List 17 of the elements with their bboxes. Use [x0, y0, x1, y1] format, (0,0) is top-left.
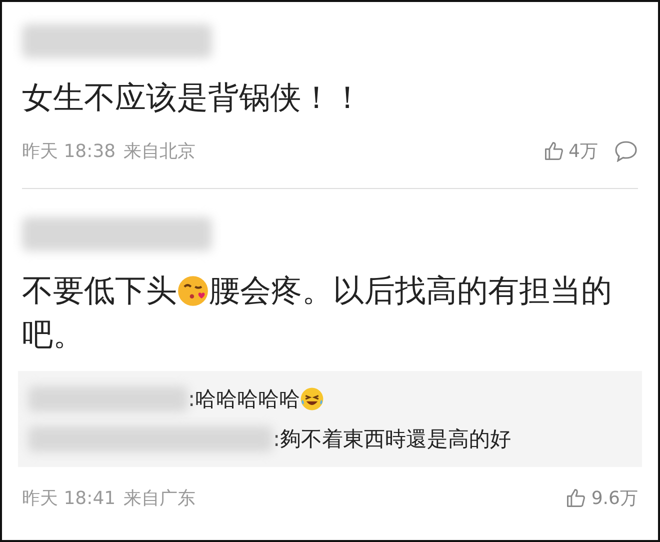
comment-icon[interactable] [614, 140, 638, 162]
laughing-emoji-icon [300, 387, 324, 411]
kiss-emoji-icon [177, 275, 209, 307]
comment-text: 女生不应该是背锅侠！！ [22, 79, 363, 118]
thumbs-up-icon [542, 140, 565, 162]
comment-text: 不要低下头 [22, 272, 177, 311]
comment-source: 来自广东 [124, 487, 196, 510]
thumbs-up-icon [565, 487, 588, 509]
comment-time: 昨天 18:41 [22, 487, 116, 510]
comment-text: 吧。 [22, 316, 84, 355]
reply-text: :哈哈哈哈哈 [188, 386, 300, 413]
like-button[interactable]: 4万 [542, 139, 598, 163]
comment-text: 腰会疼。以后找高的有担当的 [209, 272, 612, 311]
like-button[interactable]: 9.6万 [565, 486, 638, 510]
comment-time: 昨天 18:38 [22, 140, 116, 163]
reply-text: :夠不着東西時還是高的好 [273, 426, 512, 453]
comment-source: 来自北京 [124, 140, 196, 163]
